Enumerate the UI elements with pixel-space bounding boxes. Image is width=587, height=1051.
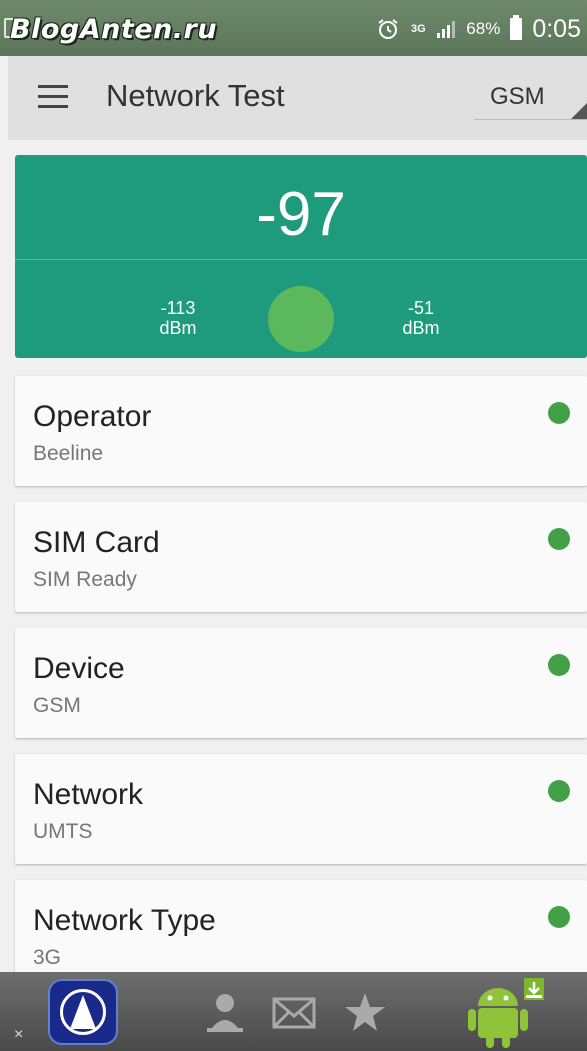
card-operator[interactable]: Operator Beeline: [15, 376, 587, 486]
status-bar: BlogAnten.ru 3G 68% 0:05: [0, 0, 587, 56]
card-value: Beeline: [33, 442, 104, 465]
clock: 0:05: [532, 14, 581, 43]
battery-icon: [510, 15, 523, 40]
status-dot-icon: [548, 906, 570, 928]
ad-close-button[interactable]: ×: [14, 1026, 23, 1044]
card-title: SIM Card: [33, 526, 160, 559]
card-title: Device: [33, 652, 125, 685]
alarm-icon: [378, 19, 398, 39]
ad-bar: ×: [0, 972, 587, 1051]
person-icon[interactable]: [205, 990, 245, 1034]
card-value: UMTS: [33, 820, 93, 843]
status-dot-icon: [548, 780, 570, 802]
page-title: Network Test: [106, 78, 285, 113]
app-icon[interactable]: [48, 979, 118, 1045]
signal-indicator: [268, 286, 334, 352]
app-bar: Network Test GSM: [8, 56, 587, 140]
ad-icon-row: [205, 990, 387, 1034]
hamburger-menu-icon[interactable]: [38, 85, 68, 109]
card-title: Operator: [33, 400, 152, 433]
dropdown-triangle-icon: [571, 103, 587, 119]
status-dot-icon: [548, 654, 570, 676]
signal-strength-card: -97 -113 dBm -51 dBm: [15, 155, 587, 358]
signal-max-label: -51 dBm: [386, 298, 456, 338]
status-dot-icon: [548, 528, 570, 550]
card-title: Network Type: [33, 904, 216, 937]
card-value: 3G: [33, 946, 62, 969]
mail-icon[interactable]: [271, 990, 317, 1034]
signal-max-unit: dBm: [402, 318, 440, 338]
signal-min-unit: dBm: [159, 318, 197, 338]
status-icons: 3G 68% 0:05: [376, 12, 581, 46]
card-value: GSM: [33, 694, 81, 717]
card-device[interactable]: Device GSM: [15, 628, 587, 738]
card-network[interactable]: Network UMTS: [15, 754, 587, 864]
mode-dropdown-label: GSM: [490, 83, 545, 110]
signal-min-label: -113 dBm: [143, 298, 213, 338]
card-title: Network: [33, 778, 144, 811]
divider: [15, 259, 587, 260]
star-icon[interactable]: [343, 990, 387, 1034]
android-download-icon[interactable]: [466, 976, 548, 1048]
mode-dropdown[interactable]: GSM: [474, 74, 587, 120]
signal-icon: [437, 21, 456, 38]
network-type-indicator: 3G: [410, 22, 426, 35]
watermark: BlogAnten.ru: [10, 14, 218, 45]
card-value: SIM Ready: [33, 568, 137, 591]
battery-percent: 68%: [466, 19, 501, 38]
signal-min-value: -113: [160, 298, 196, 318]
signal-value: -97: [256, 180, 346, 249]
status-dot-icon: [548, 402, 570, 424]
signal-max-value: -51: [407, 298, 434, 318]
card-sim[interactable]: SIM Card SIM Ready: [15, 502, 587, 612]
